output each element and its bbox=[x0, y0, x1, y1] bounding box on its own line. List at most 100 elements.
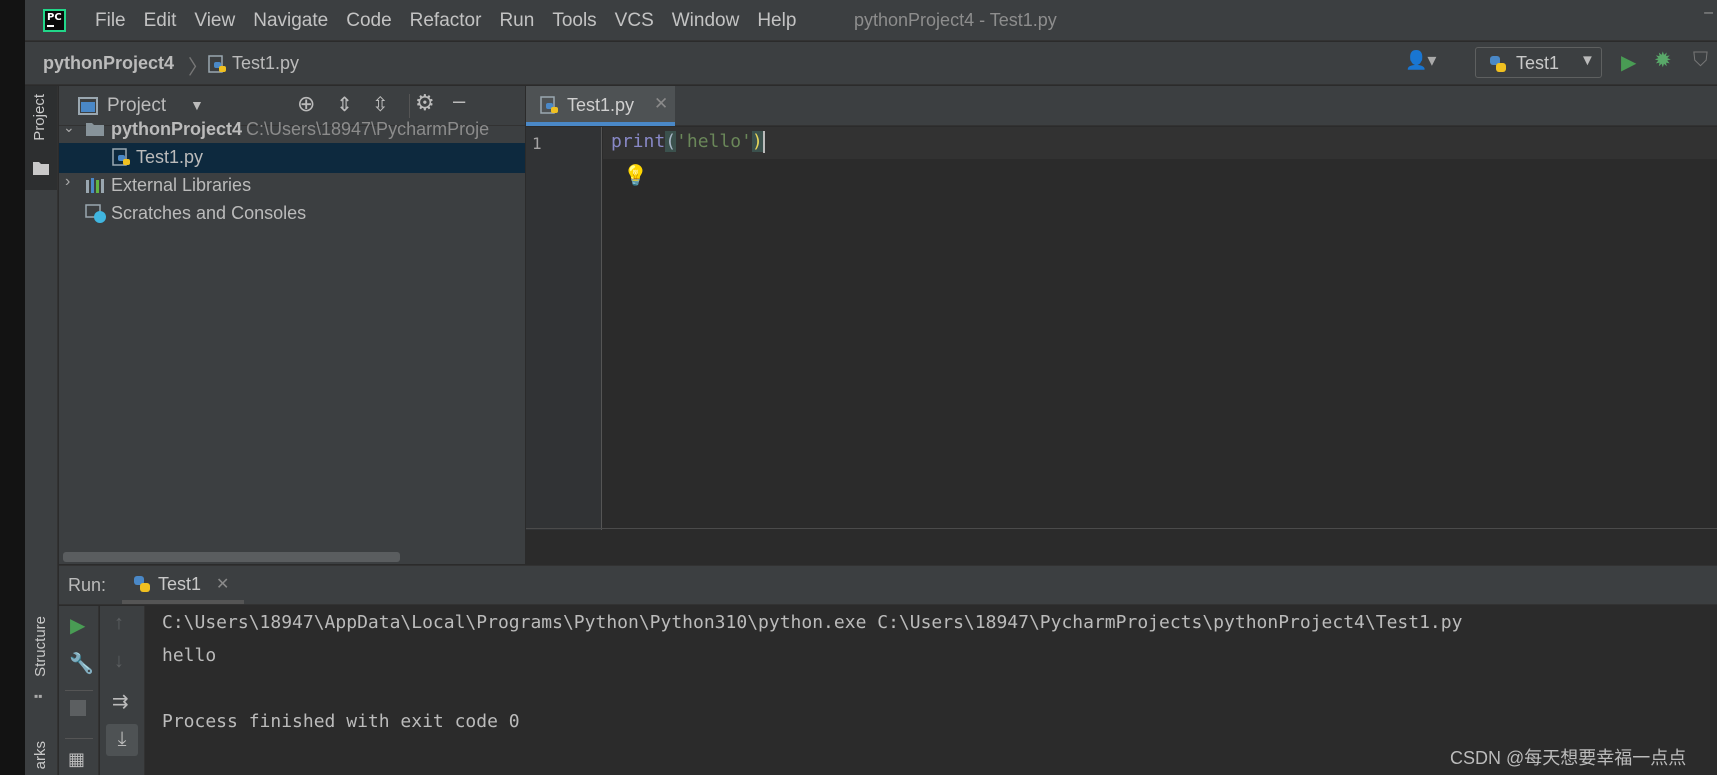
line-number-gutter: 1 bbox=[526, 127, 602, 530]
toolbar-divider bbox=[65, 738, 93, 739]
chevron-right-icon: › bbox=[65, 173, 71, 190]
tree-item-label: Test1.py bbox=[136, 147, 204, 167]
code-editor[interactable]: 1 print('hello') 💡 bbox=[526, 127, 1717, 564]
locate-target-icon[interactable]: ⊕ bbox=[297, 91, 315, 117]
pycharm-logo-icon: PC bbox=[43, 9, 66, 32]
menu-code[interactable]: Code bbox=[346, 10, 391, 32]
menu-help[interactable]: Help bbox=[757, 10, 796, 32]
menu-file[interactable]: File bbox=[95, 10, 126, 32]
close-tab-icon[interactable]: ✕ bbox=[654, 94, 668, 114]
menu-window[interactable]: Window bbox=[672, 10, 740, 32]
library-icon bbox=[86, 178, 104, 193]
scroll-to-end-icon[interactable]: ⤓ bbox=[106, 724, 138, 756]
breadcrumb-file[interactable]: Test1.py bbox=[232, 53, 299, 74]
folder-icon bbox=[86, 123, 104, 136]
hide-panel-icon[interactable]: – bbox=[453, 88, 465, 114]
project-panel: Project ▼ ⊕ ⇕ ⇳ ⚙ – ⌄ pythonProject4 C:\… bbox=[59, 86, 525, 564]
folder-icon bbox=[33, 162, 49, 175]
menu-vcs[interactable]: VCS bbox=[615, 10, 654, 32]
title-bar: PC File Edit View Navigate Code Refactor… bbox=[25, 0, 1717, 41]
minimize-button[interactable]: – bbox=[1704, 4, 1713, 22]
line-number: 1 bbox=[532, 134, 542, 153]
close-tab-icon[interactable]: ✕ bbox=[216, 574, 229, 594]
tree-item-label: External Libraries bbox=[111, 175, 252, 195]
arrow-up-icon[interactable]: ↑ bbox=[114, 612, 124, 635]
scratches-console-icon bbox=[85, 204, 106, 223]
window-edge bbox=[0, 0, 25, 775]
editor-tab-label: Test1.py bbox=[567, 95, 635, 115]
bookmarks-tool-tab[interactable]: arks bbox=[32, 741, 49, 769]
menu-navigate[interactable]: Navigate bbox=[253, 10, 328, 32]
console-line-exit: Process finished with exit code 0 bbox=[162, 711, 520, 732]
project-root-path: C:\Users\18947\PycharmProje bbox=[246, 119, 490, 139]
menu-edit[interactable]: Edit bbox=[144, 10, 177, 32]
run-button[interactable]: ▶ bbox=[1621, 50, 1636, 75]
menu-view[interactable]: View bbox=[194, 10, 235, 32]
menu-refactor[interactable]: Refactor bbox=[410, 10, 482, 32]
user-account-icon[interactable]: 👤▾ bbox=[1405, 50, 1436, 71]
tree-item-external-libraries[interactable]: › External Libraries bbox=[59, 171, 525, 201]
editor-tab-bar: Test1.py ✕ bbox=[526, 86, 1717, 126]
horizontal-scrollbar[interactable] bbox=[63, 552, 400, 562]
python-icon bbox=[134, 576, 150, 592]
run-toolbar-primary: ▶ 🔧 ▦ bbox=[59, 606, 99, 775]
run-tab-label: Test1 bbox=[158, 574, 202, 594]
structure-icon: ▪▪ bbox=[34, 689, 43, 703]
chevron-down-icon: ⌄ bbox=[63, 119, 75, 135]
collapse-all-icon[interactable]: ⇳ bbox=[372, 92, 389, 117]
console-line-command: C:\Users\18947\AppData\Local\Programs\Py… bbox=[162, 612, 1463, 633]
project-tool-tab[interactable]: Project bbox=[25, 86, 57, 190]
wrench-icon[interactable]: 🔧 bbox=[69, 651, 94, 676]
run-tab-test1[interactable]: Test1 ✕ bbox=[122, 566, 244, 604]
gear-icon[interactable]: ⚙ bbox=[415, 90, 435, 116]
watermark-text: CSDN @每天想要幸福一点点 bbox=[1450, 748, 1687, 768]
tree-item-test1-py[interactable]: Test1.py bbox=[59, 143, 525, 173]
tree-item-project-root[interactable]: ⌄ pythonProject4 C:\Users\18947\PycharmP… bbox=[59, 115, 525, 145]
lightbulb-icon[interactable]: 💡 bbox=[623, 163, 648, 188]
code-function-name: print bbox=[611, 131, 666, 152]
run-configuration-select[interactable]: Test1 ▼ bbox=[1475, 47, 1602, 78]
debug-bug-icon[interactable]: ✹ bbox=[1654, 48, 1672, 73]
code-open-paren: ( bbox=[665, 131, 677, 152]
tree-item-label: Scratches and Consoles bbox=[111, 203, 307, 223]
code-close-paren: ) bbox=[751, 131, 763, 152]
structure-tool-tab[interactable]: Structure bbox=[32, 616, 49, 677]
console-line-output: hello bbox=[162, 645, 217, 666]
project-view-title[interactable]: Project bbox=[107, 95, 166, 117]
layout-icon[interactable]: ▦ bbox=[68, 749, 85, 770]
project-root-label: pythonProject4 bbox=[111, 119, 243, 139]
run-toolbar-secondary: ↑ ↓ ⇉ ⤓ bbox=[100, 606, 145, 775]
code-string: 'hello' bbox=[676, 131, 752, 152]
python-icon bbox=[1490, 56, 1506, 72]
project-tool-label: Project bbox=[31, 94, 48, 141]
run-panel-label: Run: bbox=[68, 575, 107, 595]
navigation-bar: pythonProject4 〉 Test1.py 👤▾ Test1 ▼ ▶ ✹… bbox=[25, 42, 1717, 85]
tree-item-scratches[interactable]: Scratches and Consoles bbox=[59, 199, 525, 229]
menu-tools[interactable]: Tools bbox=[552, 10, 596, 32]
text-caret bbox=[762, 131, 765, 153]
menu-run[interactable]: Run bbox=[499, 10, 534, 32]
dropdown-arrow-icon: ▼ bbox=[1580, 52, 1595, 69]
python-file-icon bbox=[540, 96, 558, 114]
editor-tab-test1-py[interactable]: Test1.py ✕ bbox=[526, 86, 675, 126]
run-panel-header: Run: Test1 ✕ bbox=[59, 565, 1717, 605]
editor-bottom-border bbox=[526, 528, 1717, 529]
coverage-icon[interactable]: ⛉ bbox=[1693, 49, 1708, 72]
current-line-highlight bbox=[603, 127, 1717, 159]
window-title: pythonProject4 - Test1.py bbox=[854, 10, 1057, 30]
breadcrumb-separator-icon: 〉 bbox=[188, 57, 208, 79]
python-file-icon bbox=[112, 148, 130, 166]
arrow-down-icon[interactable]: ↓ bbox=[114, 650, 124, 673]
expand-all-icon[interactable]: ⇕ bbox=[336, 92, 353, 117]
rerun-icon[interactable]: ▶ bbox=[70, 613, 85, 638]
run-configuration-label: Test1 bbox=[1516, 53, 1560, 73]
python-file-icon bbox=[208, 55, 226, 73]
code-line[interactable]: print('hello') bbox=[611, 131, 765, 153]
soft-wrap-icon[interactable]: ⇉ bbox=[112, 689, 129, 714]
left-tool-window-strip: Project Structure ▪▪ arks bbox=[25, 86, 58, 775]
project-view-icon bbox=[78, 97, 98, 115]
stop-icon[interactable] bbox=[70, 700, 86, 716]
breadcrumb-project[interactable]: pythonProject4 bbox=[43, 53, 174, 74]
view-dropdown-icon[interactable]: ▼ bbox=[190, 97, 204, 113]
menu-bar: File Edit View Navigate Code Refactor Ru… bbox=[95, 0, 814, 41]
